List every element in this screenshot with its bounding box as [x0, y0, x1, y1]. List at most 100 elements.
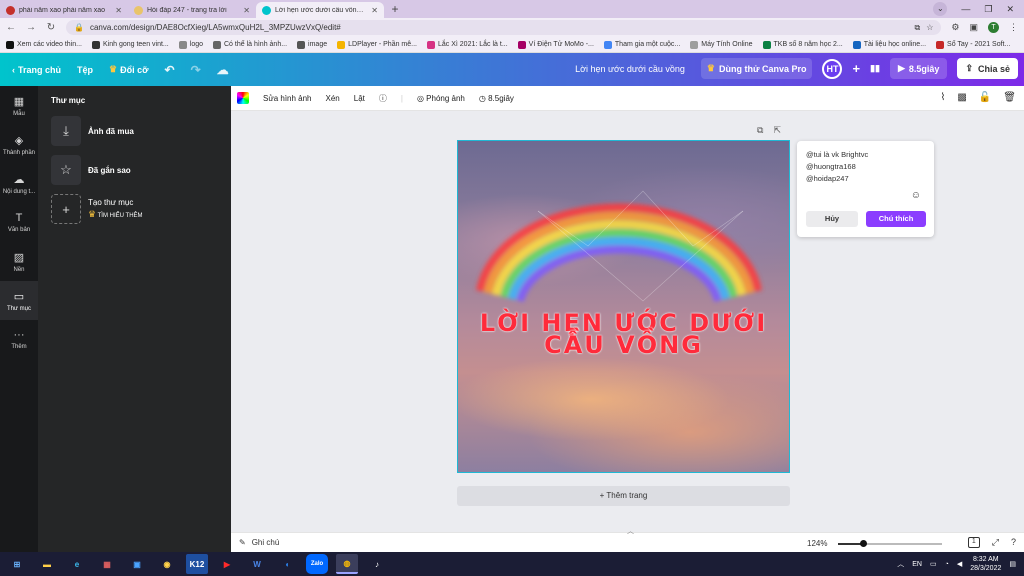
bookmark-item[interactable]: Xem các video thin... [6, 40, 82, 49]
info-icon[interactable]: ⓘ [379, 93, 387, 104]
bookmark-item[interactable]: Máy Tính Online [690, 40, 753, 49]
resize-button[interactable]: ♛ Đổi cỡ [109, 64, 148, 75]
notes-button[interactable]: Ghi chú [252, 538, 280, 547]
zalo-icon[interactable]: Zalo [306, 554, 328, 574]
fullscreen-icon[interactable]: ⤢ [992, 537, 999, 548]
tab-close-icon[interactable]: ✕ [243, 6, 250, 15]
crop-button[interactable]: Xén [326, 94, 340, 103]
reload-icon[interactable]: ↻ [46, 22, 56, 33]
bookmark-item[interactable]: Lắc Xì 2021: Lắc là t... [427, 40, 508, 49]
new-tab-button[interactable]: + [388, 3, 402, 17]
home-button[interactable]: ‹ Trang chủ [12, 65, 61, 75]
close-window-icon[interactable]: ✕ [1006, 4, 1014, 15]
design-heading-line2[interactable]: CẦU VỒNG [458, 333, 789, 358]
insights-chart-icon[interactable]: ▮▮ [870, 63, 880, 74]
redo-icon[interactable]: ↷ [191, 63, 201, 77]
duration-button[interactable]: ◷ 8.5giây [479, 94, 514, 103]
file-menu-button[interactable]: Tệp [77, 65, 93, 75]
zoom-slider-knob[interactable] [859, 540, 867, 547]
edge-browser-icon[interactable]: e [66, 554, 88, 574]
profile-avatar[interactable]: T [988, 22, 999, 33]
zoom-level[interactable]: 124% [807, 539, 827, 548]
duplicate-page-icon[interactable]: ⧉ [757, 125, 763, 136]
animate-button[interactable]: ◎ Phóng ảnh [417, 94, 465, 103]
folder-starred[interactable]: ☆ Đã gắn sao [51, 155, 218, 185]
cancel-button[interactable]: Hủy [806, 211, 858, 227]
submit-comment-button[interactable]: Chú thích [866, 211, 926, 227]
bookmark-star-icon[interactable]: ☆ [926, 23, 933, 32]
comment-input-line[interactable]: @hoidap247 [806, 173, 925, 185]
language-indicator[interactable]: EN [912, 561, 922, 568]
bookmark-item[interactable]: Tham gia một cuộc... [603, 40, 680, 49]
menu-kebab-icon[interactable]: ⋮ [1009, 22, 1018, 33]
create-folder-button[interactable]: + Tạo thư mục ♛ TÌM HIỂU THÊM [51, 194, 218, 224]
add-page-button[interactable]: + Thêm trang [457, 486, 790, 506]
forward-icon[interactable]: → [26, 22, 36, 33]
rail-item-folders[interactable]: ▭ Thư mục [0, 281, 38, 320]
rail-item-text[interactable]: T Văn bản [0, 203, 38, 242]
bookmark-item[interactable]: Kinh gong teen vint... [91, 40, 169, 49]
game-icon[interactable]: ◉ [156, 554, 178, 574]
tiktok-icon[interactable]: ♪ [366, 554, 388, 574]
present-button[interactable]: ▶ 8.5giây [889, 58, 948, 79]
lock-element-icon[interactable]: 🔓 [979, 92, 991, 103]
paint-roller-icon[interactable]: ⌇ [941, 92, 946, 103]
emoji-icon[interactable]: ☺ [911, 190, 921, 201]
zoom-slider[interactable] [838, 540, 942, 547]
wifi-icon[interactable]: ◔ [945, 561, 949, 568]
maximize-icon[interactable]: ❐ [984, 4, 992, 15]
trash-icon[interactable]: 🗑 [1003, 92, 1016, 103]
extensions-icon[interactable]: ⚙ [951, 22, 959, 33]
try-pro-button[interactable]: ♛ Dùng thử Canva Pro [700, 58, 813, 79]
word-icon[interactable]: W [246, 554, 268, 574]
flip-button[interactable]: Lật [354, 94, 365, 103]
url-input[interactable]: 🔒 canva.com/design/DAE8OcfXieg/LA5wmxQuH… [66, 20, 942, 35]
comment-input-line[interactable]: @tui là vk Brightvc [806, 149, 925, 161]
rail-item-uploads[interactable]: ☁ Nội dung t... [0, 164, 38, 203]
bookmark-item[interactable]: TKB số 8 năm học 2... [762, 40, 843, 49]
tray-chevron-icon[interactable]: ︿ [897, 559, 904, 569]
color-swatch-icon[interactable] [237, 92, 249, 104]
browser-tab-active[interactable]: Lời hẹn ước dưới cầu vồng - Log ✕ [256, 2, 384, 18]
cloud-save-icon[interactable]: ☁ [217, 63, 229, 77]
user-avatar[interactable]: HT [822, 58, 843, 79]
lock-icon[interactable]: 🔒 [74, 23, 84, 32]
chevron-up-icon[interactable]: ︿ [627, 526, 634, 536]
notes-icon[interactable]: ✎ [239, 538, 246, 547]
undo-icon[interactable]: ↶ [165, 63, 175, 77]
rail-item-background[interactable]: ▨ Nền [0, 242, 38, 281]
battery-icon[interactable]: ▭ [930, 560, 937, 568]
zoom-app-icon[interactable]: ◖ [276, 554, 298, 574]
start-icon[interactable]: ⊞ [6, 554, 28, 574]
youtube-icon[interactable]: ▶ [216, 554, 238, 574]
comment-input-line[interactable]: @huongtra168 [806, 161, 925, 173]
browser-tab[interactable]: Hỏi đáp 247 - trang tra lời ✕ [128, 2, 256, 18]
share-page-icon[interactable]: ⧉ [915, 23, 921, 33]
help-icon[interactable]: ? [1011, 537, 1016, 548]
bookmark-item[interactable]: Sổ Tay - 2021 Soft... [936, 40, 1010, 49]
bookmark-item[interactable]: logo [178, 40, 203, 49]
page-count-badge[interactable]: 1 [967, 537, 980, 548]
app-grid-icon[interactable]: ▦ [96, 554, 118, 574]
tab-close-icon[interactable]: ✕ [371, 6, 378, 15]
rail-item-templates[interactable]: ▦ Mẫu [0, 86, 38, 125]
chrome-icon[interactable]: ◍ [336, 554, 358, 574]
rail-item-elements[interactable]: ◈ Thành phần [0, 125, 38, 164]
share-button[interactable]: ⇪ Chia sẻ [957, 58, 1018, 79]
minimize-icon[interactable]: — [961, 4, 970, 14]
add-page-icon[interactable]: ⇱ [773, 125, 781, 136]
k12-app-icon[interactable]: K12 [186, 554, 208, 574]
bookmark-item[interactable]: LDPlayer - Phần mê... [337, 40, 417, 49]
browser-tab[interactable]: phải năm xao phải năm xao ✕ [0, 2, 128, 18]
tab-close-icon[interactable]: ✕ [115, 6, 122, 15]
volume-icon[interactable]: ◀ [957, 560, 962, 568]
reading-list-icon[interactable]: ▣ [969, 22, 978, 33]
invite-plus-icon[interactable]: + [852, 61, 860, 76]
tab-search-icon[interactable]: ⌄ [933, 2, 948, 16]
bookmark-item[interactable]: Ví Điện Tử MoMo -... [517, 40, 594, 49]
learn-more-link[interactable]: ♛ TÌM HIỂU THÊM [88, 209, 143, 220]
transparency-icon[interactable]: ▩ [957, 92, 966, 103]
folder-purchased[interactable]: ⤓ Ảnh đã mua [51, 116, 218, 146]
file-explorer-icon[interactable]: ▬ [36, 554, 58, 574]
bookmark-item[interactable]: image [297, 40, 327, 49]
